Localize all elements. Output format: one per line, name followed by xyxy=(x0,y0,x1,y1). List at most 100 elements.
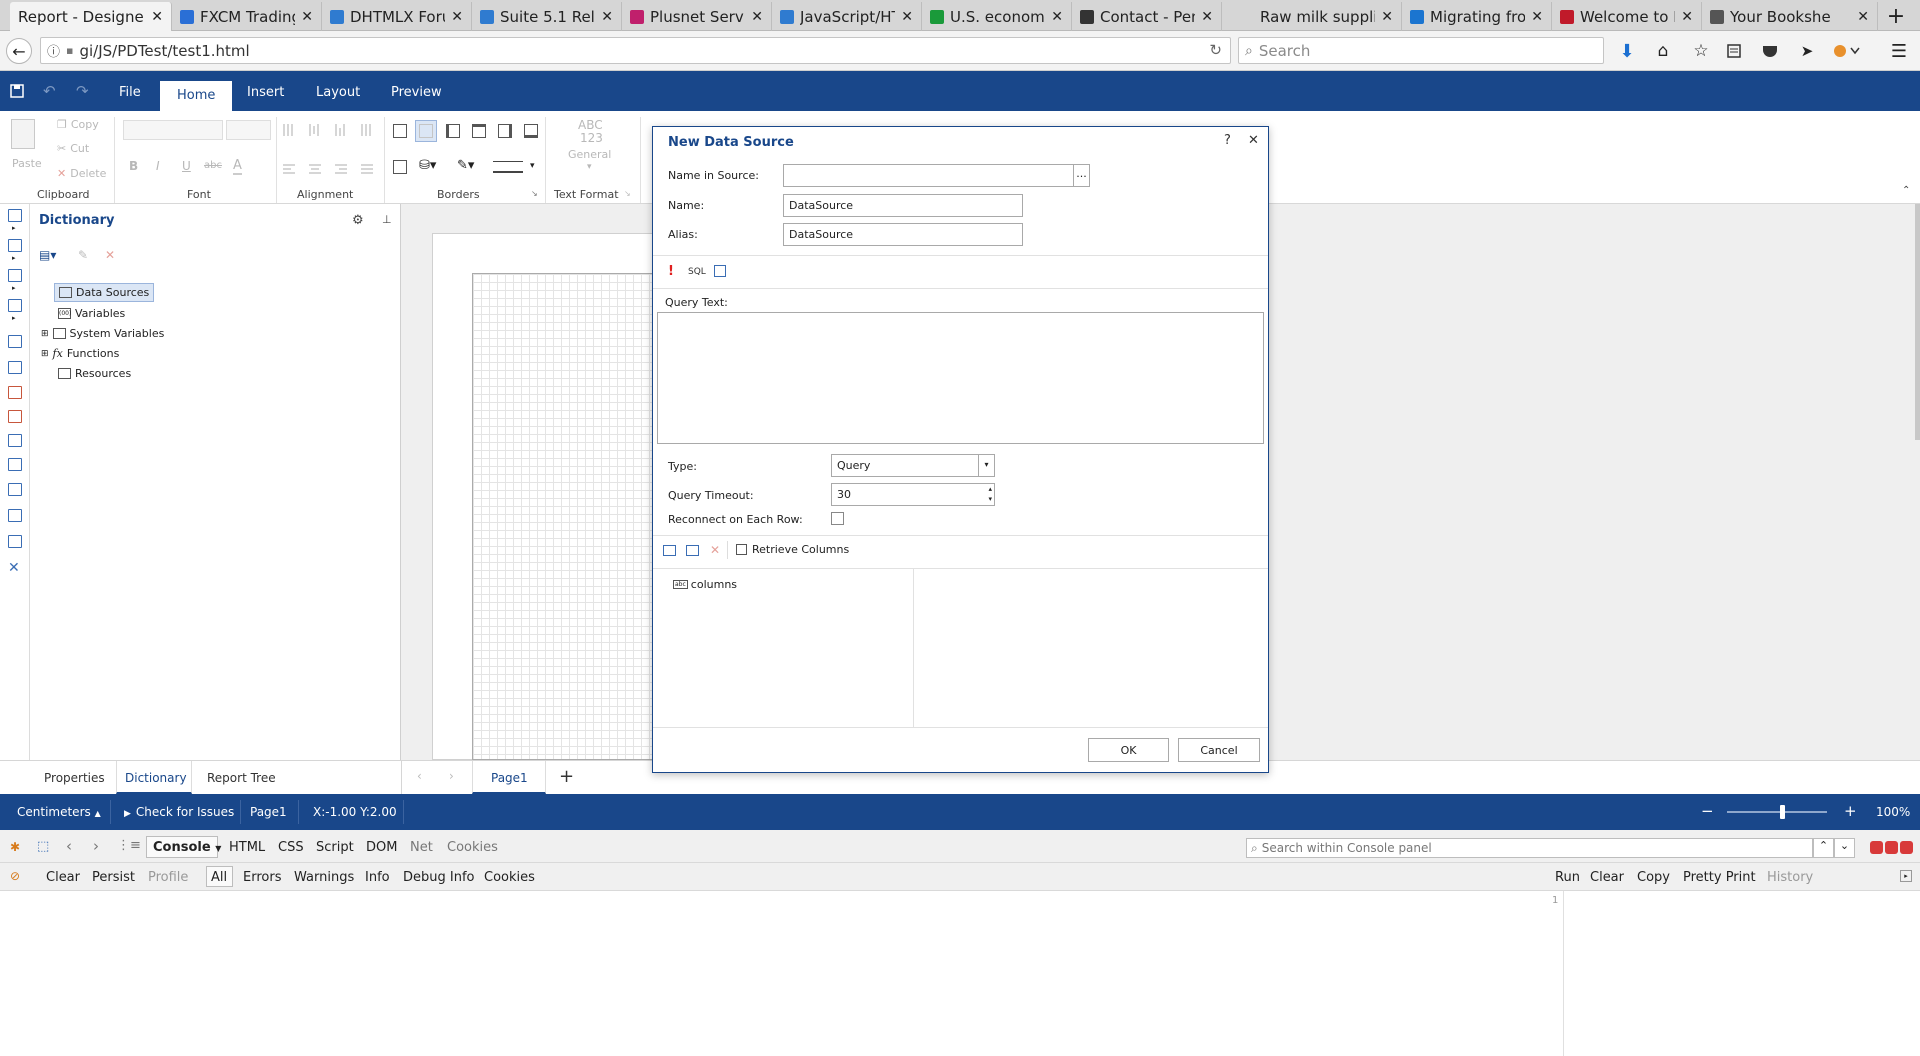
report-title-band-icon[interactable] xyxy=(8,209,22,222)
font-color-button[interactable]: A xyxy=(233,158,242,175)
search-prev-icon[interactable]: ⌃ xyxy=(1813,838,1834,858)
delete-button[interactable]: ✕ Delete xyxy=(57,167,106,180)
border-right-icon[interactable] xyxy=(498,124,512,138)
chevron-right-icon[interactable]: › xyxy=(93,837,99,855)
help-icon[interactable]: ? xyxy=(1224,133,1231,148)
devtools-tab-console[interactable]: Console ▼ xyxy=(153,840,221,855)
tab-dictionary[interactable]: Dictionary xyxy=(125,771,187,785)
download-icon[interactable]: ⬇ xyxy=(1616,40,1638,62)
name-in-source-input[interactable] xyxy=(783,164,1074,187)
error-icon[interactable]: ! xyxy=(668,264,674,279)
delete-column-icon[interactable]: ✕ xyxy=(710,543,720,557)
border-color-icon[interactable]: ✎▾ xyxy=(457,158,474,173)
dialog-launcher-icon[interactable]: ↘ xyxy=(624,189,631,198)
new-column-icon[interactable] xyxy=(663,545,676,556)
browser-tab-dhtmlx-forum[interactable]: DHTMLX Foru ✕ xyxy=(322,2,472,31)
add-page-button[interactable]: + xyxy=(559,766,574,787)
vertical-scrollbar[interactable] xyxy=(1915,204,1920,440)
pin-icon[interactable]: ⊥ xyxy=(382,213,392,226)
chevron-down-icon[interactable]: ▾ xyxy=(530,161,535,171)
close-icon[interactable]: ✕ xyxy=(451,9,463,25)
save-icon[interactable] xyxy=(10,84,24,98)
bookmark-star-icon[interactable]: ☆ xyxy=(1690,40,1712,62)
close-icon[interactable]: ✕ xyxy=(1381,9,1393,25)
firebug-icon[interactable]: ✱ xyxy=(10,840,20,854)
browser-tab-welcome[interactable]: Welcome to R ✕ xyxy=(1552,2,1702,31)
gauge-icon[interactable] xyxy=(8,535,22,548)
ribbon-tab-home[interactable]: Home xyxy=(160,81,233,111)
type-select[interactable]: Query ▾ xyxy=(831,454,995,477)
tab-report-tree[interactable]: Report Tree xyxy=(207,771,276,785)
shape-icon[interactable] xyxy=(8,458,22,471)
zoom-in-button[interactable]: + xyxy=(1844,802,1857,820)
cancel-button[interactable]: Cancel xyxy=(1178,738,1260,762)
devtools-tab-dom[interactable]: DOM xyxy=(366,840,397,855)
browser-tab-us-economy[interactable]: U.S. economy ✕ xyxy=(922,2,1072,31)
dialog-launcher-icon[interactable]: ↘ xyxy=(531,189,538,198)
console-persist-button[interactable]: Persist xyxy=(92,870,135,885)
zoom-out-button[interactable]: − xyxy=(1701,802,1714,820)
send-icon[interactable]: ➤ xyxy=(1796,40,1818,62)
devtools-tab-css[interactable]: CSS xyxy=(278,840,304,855)
copy-button[interactable]: ❐ Copy xyxy=(57,118,99,131)
name-input[interactable]: DataSource xyxy=(783,194,1023,217)
new-tab-button[interactable]: + xyxy=(1878,2,1914,30)
console-profile-button[interactable]: Profile xyxy=(148,870,188,885)
stepper-down-icon[interactable]: ▾ xyxy=(988,494,992,504)
tree-item-columns[interactable]: abc columns xyxy=(673,578,737,591)
border-bottom-icon[interactable] xyxy=(524,124,538,138)
chevron-left-icon[interactable]: ‹ xyxy=(417,769,422,783)
chevron-down-icon[interactable]: ▾ xyxy=(978,455,994,476)
paste-icon[interactable] xyxy=(11,119,35,149)
ribbon-tab-file[interactable]: File xyxy=(119,85,141,100)
units-selector[interactable]: Centimeters ▲ xyxy=(17,805,101,819)
filter-errors[interactable]: Errors xyxy=(243,870,281,885)
pretty-print-button[interactable]: Pretty Print xyxy=(1683,870,1756,885)
border-top-icon[interactable] xyxy=(472,124,486,138)
alias-input[interactable]: DataSource xyxy=(783,223,1023,246)
border-left-icon[interactable] xyxy=(446,124,460,138)
filter-info[interactable]: Info xyxy=(365,870,390,885)
expand-icon[interactable]: ▸ xyxy=(1900,870,1912,882)
browser-search-input[interactable]: ⌕ Search xyxy=(1238,37,1604,64)
close-icon[interactable]: ✕ xyxy=(301,9,313,25)
command-line-icon[interactable]: ⋮≡ xyxy=(117,838,141,853)
paste-button[interactable]: Paste xyxy=(12,157,42,170)
devtools-tab-cookies[interactable]: Cookies xyxy=(447,840,498,855)
page-grid[interactable] xyxy=(472,273,682,760)
copy-command-button[interactable]: Copy xyxy=(1637,870,1670,885)
redo-icon[interactable]: ↷ xyxy=(76,82,89,100)
align-left-icon[interactable] xyxy=(282,163,382,177)
browser-tab-fxcm[interactable]: FXCM Trading ✕ xyxy=(172,2,322,31)
close-icon[interactable]: ✕ xyxy=(1201,9,1213,25)
filter-cookies[interactable]: Cookies xyxy=(484,870,535,885)
chevron-right-icon[interactable]: ▸ xyxy=(12,224,16,232)
cut-button[interactable]: ✂ Cut xyxy=(57,142,89,155)
browser-tab-migrating[interactable]: Migrating fror ✕ xyxy=(1402,2,1552,31)
zoom-slider[interactable] xyxy=(1727,805,1827,819)
fill-color-icon[interactable]: ⛁▾ xyxy=(419,158,436,173)
chevron-down-icon[interactable]: ▾ xyxy=(587,162,592,172)
filter-all[interactable]: All xyxy=(211,870,227,885)
undo-icon[interactable]: ↶ xyxy=(43,82,56,100)
data-band-icon[interactable] xyxy=(8,269,22,282)
strikethrough-button[interactable]: abc xyxy=(204,160,222,171)
browser-tab-contact[interactable]: Contact - Pens ✕ xyxy=(1072,2,1222,31)
devtools-tab-net[interactable]: Net xyxy=(410,840,433,855)
close-icon[interactable]: ✕ xyxy=(151,9,163,25)
filter-warnings[interactable]: Warnings xyxy=(294,870,354,885)
chevron-left-icon[interactable]: ‹ xyxy=(66,837,72,855)
menu-icon[interactable]: ☰ xyxy=(1888,40,1910,62)
browser-tab-report-designer[interactable]: Report - Designer ✕ xyxy=(10,2,172,31)
ribbon-tab-insert[interactable]: Insert xyxy=(247,85,284,100)
close-icon[interactable]: ✕ xyxy=(1681,9,1693,25)
delete-icon[interactable]: ✕ xyxy=(105,248,115,262)
new-item-icon[interactable]: ▤▾ xyxy=(39,248,56,262)
close-icon[interactable]: ✕ xyxy=(1051,9,1063,25)
check-issues-button[interactable]: ▶ Check for Issues xyxy=(124,805,234,819)
border-style-icon[interactable] xyxy=(493,161,523,173)
chart-icon[interactable] xyxy=(8,509,22,522)
browser-tab-plusnet[interactable]: Plusnet Servic ✕ xyxy=(622,2,772,31)
reconnect-checkbox[interactable] xyxy=(831,512,844,525)
command-editor[interactable]: 1 xyxy=(1552,891,1920,1056)
